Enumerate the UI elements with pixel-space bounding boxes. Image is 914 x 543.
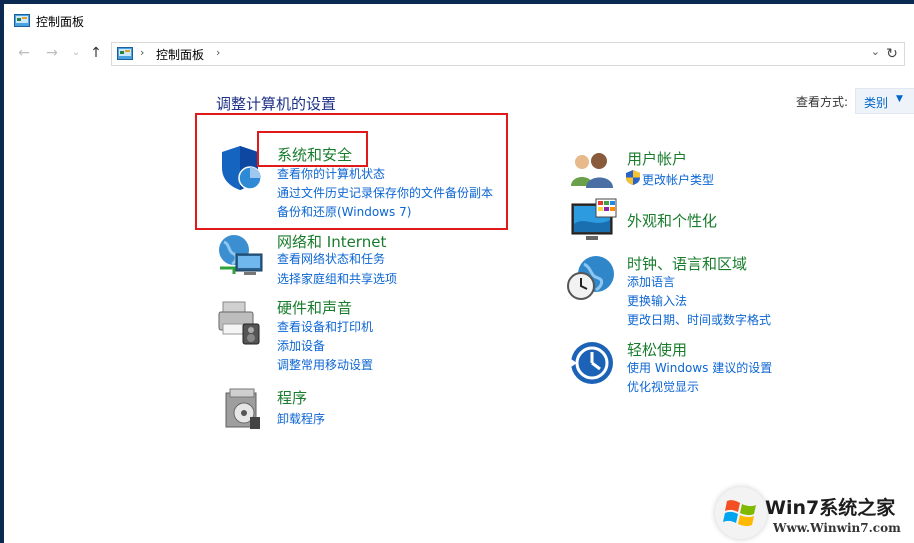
highlight-box-system-security-title [257, 131, 368, 167]
window-frame-left [0, 0, 4, 543]
link-homegroup-sharing[interactable]: 选择家庭组和共享选项 [277, 270, 397, 287]
link-change-account-type[interactable]: 更改帐户类型 [642, 171, 714, 188]
window-title: 控制面板 [36, 15, 85, 29]
up-arrow-icon[interactable]: ↑ [88, 45, 104, 61]
programs-icon[interactable] [222, 387, 264, 431]
navigation-bar: ← → ⌄ ↑ › 控制面板 › ⌄ ↻ [4, 38, 914, 68]
control-panel-icon [14, 14, 30, 27]
category-network-internet[interactable]: 网络和 Internet [277, 231, 386, 252]
link-change-input-method[interactable]: 更换输入法 [627, 292, 687, 309]
dropdown-triangle-icon[interactable]: ▼ [896, 94, 903, 104]
link-devices-printers[interactable]: 查看设备和打印机 [277, 318, 373, 335]
windows-logo-icon [715, 487, 767, 539]
link-uninstall-program[interactable]: 卸载程序 [277, 410, 325, 427]
watermark-title: Win7系统之家 [765, 497, 896, 519]
title-bar: 控制面板 [4, 4, 914, 36]
breadcrumb-chevron-icon[interactable]: › [140, 46, 144, 59]
category-clock-language-region[interactable]: 时钟、语言和区域 [627, 253, 747, 274]
category-ease-of-access[interactable]: 轻松使用 [627, 339, 687, 360]
refresh-button[interactable]: ↻ [880, 42, 905, 66]
category-hardware-sound[interactable]: 硬件和声音 [277, 297, 352, 318]
watermark-url: Www.Winwin7.com [773, 521, 901, 535]
windows-flag-icon [723, 500, 756, 527]
link-mobility-settings[interactable]: 调整常用移动设置 [277, 356, 373, 373]
link-optimize-visual-display[interactable]: 优化视觉显示 [627, 378, 699, 395]
link-add-language[interactable]: 添加语言 [627, 273, 675, 290]
ease-of-access-icon[interactable] [569, 340, 615, 386]
clock-globe-icon[interactable] [566, 254, 616, 302]
user-accounts-icon[interactable] [569, 150, 615, 190]
link-network-status[interactable]: 查看网络状态和任务 [277, 250, 385, 267]
back-arrow-icon[interactable]: ← [16, 45, 32, 61]
monitor-palette-icon[interactable] [570, 198, 618, 244]
breadcrumb-control-panel[interactable]: 控制面板 [156, 46, 204, 63]
address-bar[interactable]: › 控制面板 › ⌄ [111, 42, 885, 66]
printer-icon[interactable] [217, 298, 267, 346]
recent-locations-chevron-icon[interactable]: ⌄ [68, 45, 84, 61]
forward-arrow-icon[interactable]: → [44, 45, 60, 61]
link-add-device[interactable]: 添加设备 [277, 337, 325, 354]
view-by-label: 查看方式: [796, 95, 849, 109]
control-panel-icon [117, 47, 133, 60]
view-by-value[interactable]: 类别 [864, 94, 888, 111]
category-appearance[interactable]: 外观和个性化 [627, 210, 717, 231]
uac-shield-icon [626, 170, 640, 185]
category-programs[interactable]: 程序 [277, 387, 307, 408]
address-dropdown-icon[interactable]: ⌄ [871, 45, 880, 58]
watermark: Win7系统之家 Www.Winwin7.com [715, 487, 911, 543]
network-globe-icon[interactable] [216, 232, 266, 278]
view-by-dropdown[interactable]: 类别 ▼ [855, 88, 914, 114]
category-user-accounts[interactable]: 用户帐户 [627, 148, 687, 169]
page-heading: 调整计算机的设置 [216, 95, 337, 113]
breadcrumb-chevron-icon[interactable]: › [216, 46, 220, 59]
link-windows-recommended-settings[interactable]: 使用 Windows 建议的设置 [627, 359, 772, 376]
link-change-date-time-format[interactable]: 更改日期、时间或数字格式 [627, 311, 771, 328]
